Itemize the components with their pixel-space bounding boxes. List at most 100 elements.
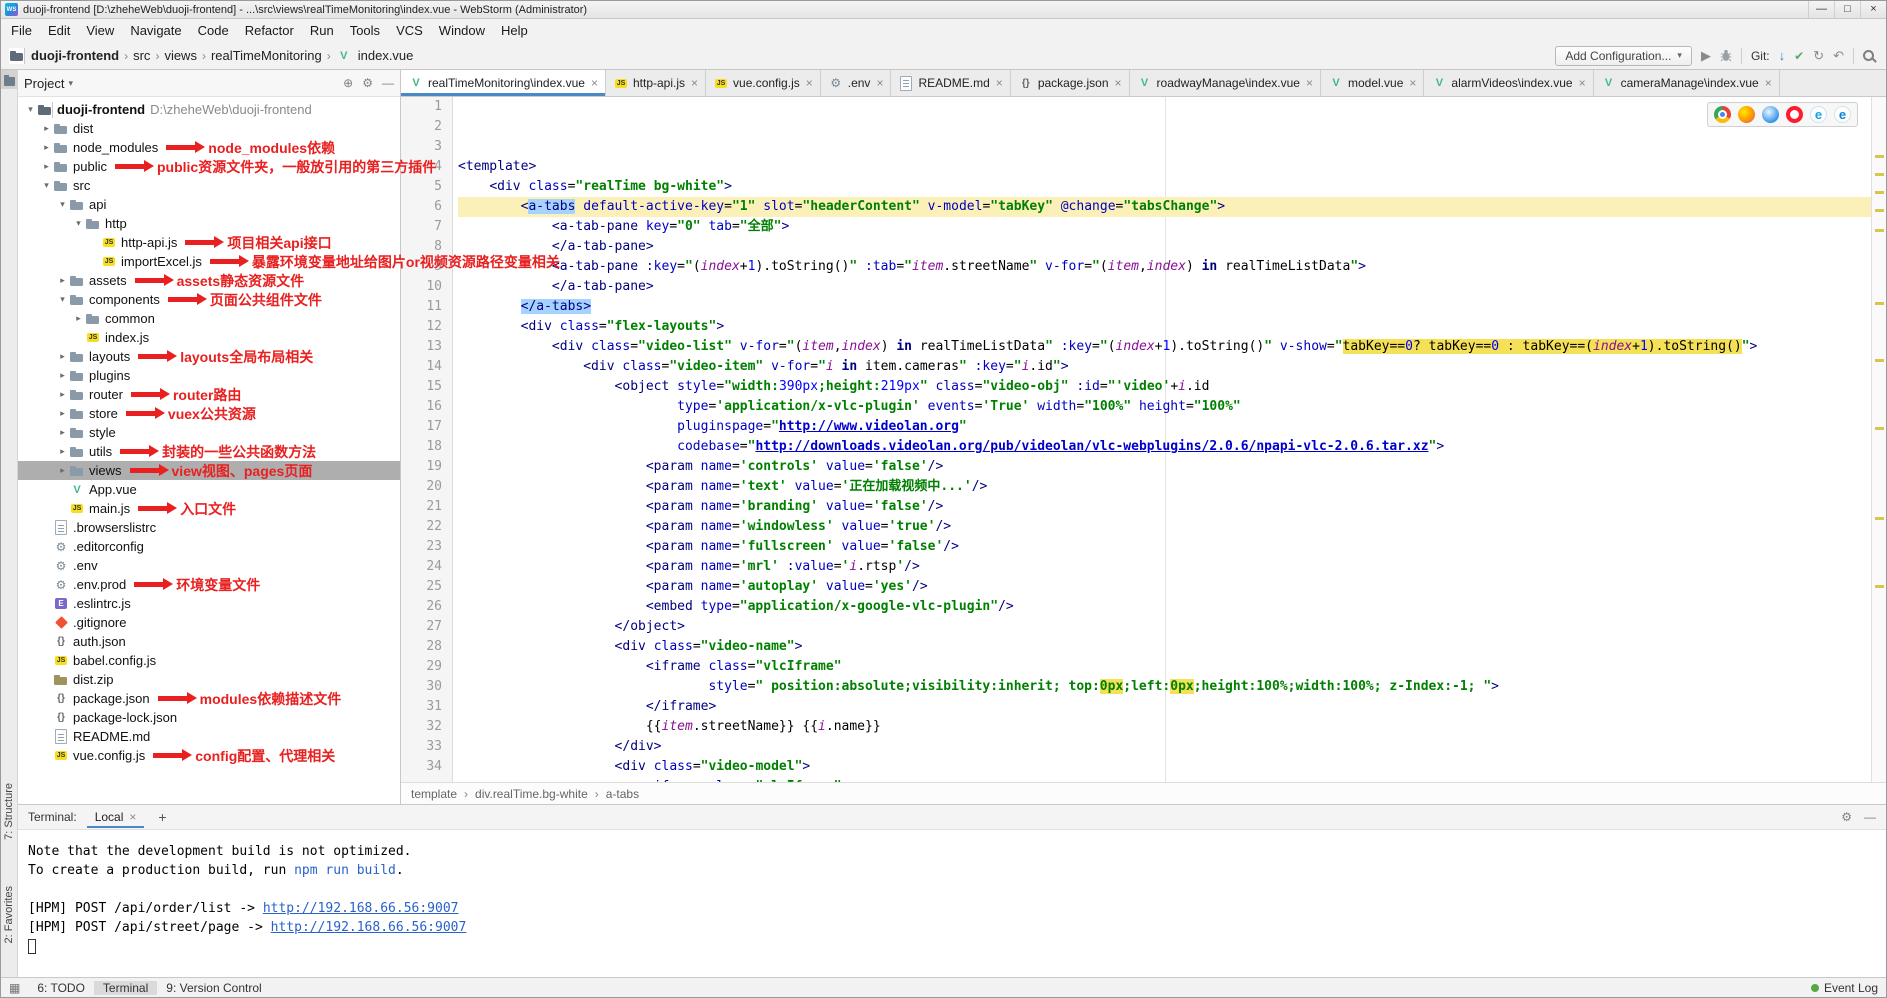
chrome-browser-icon[interactable] [1714,106,1731,123]
project-tool-button[interactable] [1,70,17,89]
terminal-output[interactable]: Note that the development build is not o… [18,830,1886,977]
close-tab-icon[interactable]: × [1765,76,1772,90]
code-line-31[interactable]: <div class="video-model"> [458,757,1871,777]
tree-toggle-icon[interactable]: ▾ [24,104,37,115]
terminal-tab-local[interactable]: Local × [87,807,145,828]
close-tab-icon[interactable]: × [1306,76,1313,90]
tree-item-auth.json[interactable]: auth.json [18,632,400,651]
search-everywhere-icon[interactable] [1863,50,1874,61]
code-line-2[interactable]: <div class="realTime bg-white"> [458,177,1871,197]
tree-item-vue.config.js[interactable]: vue.config.jsconfig配置、代理相关 [18,746,400,765]
tree-item-babel.config.js[interactable]: babel.config.js [18,651,400,670]
tree-item-.gitignore[interactable]: .gitignore [18,613,400,632]
editor-tab[interactable]: README.md× [891,70,1010,96]
rollback-icon[interactable]: ↶ [1833,49,1844,62]
tree-item-layouts[interactable]: ▸layoutslayouts全局布局相关 [18,347,400,366]
close-tab-icon[interactable]: × [806,76,813,90]
code-line-13[interactable]: type='application/x-vlc-plugin' events='… [458,397,1871,417]
menu-window[interactable]: Window [431,21,493,40]
tool-button-structure[interactable]: 7: Structure [3,783,15,840]
breadcrumb-item[interactable]: realTimeMonitoring [211,48,322,63]
safari-browser-icon[interactable] [1762,106,1779,123]
code-line-12[interactable]: <object style="width:390px;height:219px"… [458,377,1871,397]
menu-file[interactable]: File [3,21,40,40]
editor-breadcrumb-item[interactable]: div.realTime.bg-white [475,787,588,801]
ie-browser-icon[interactable] [1810,106,1827,123]
menu-refactor[interactable]: Refactor [237,21,302,40]
git-update-icon[interactable]: ↓ [1779,49,1786,62]
tree-item-src[interactable]: ▾src [18,176,400,195]
tree-item-App.vue[interactable]: App.vue [18,480,400,499]
status-bar-todo[interactable]: 6: TODO [28,981,94,995]
breadcrumb-item[interactable]: views [164,48,197,63]
tree-toggle-icon[interactable]: ▸ [56,408,69,419]
debug-icon[interactable] [1720,49,1732,62]
tree-toggle-icon[interactable]: ▾ [72,218,85,229]
close-icon[interactable]: × [129,810,136,824]
terminal-link[interactable]: http://192.168.66.56:9007 [271,920,467,935]
tree-item-http-api.js[interactable]: http-api.js项目相关api接口 [18,233,400,252]
code-line-14[interactable]: pluginspage="http://www.videolan.org" [458,417,1871,437]
tree-item-.env[interactable]: .env [18,556,400,575]
close-tab-icon[interactable]: × [996,76,1003,90]
tree-toggle-icon[interactable]: ▸ [56,389,69,400]
hide-panel-icon[interactable]: — [1864,810,1876,824]
history-icon[interactable]: ↻ [1813,49,1824,62]
hide-panel-icon[interactable]: — [382,76,394,90]
tree-toggle-icon[interactable]: ▸ [72,313,85,324]
editor-tab[interactable]: package.json× [1011,70,1130,96]
code-line-21[interactable]: <param name='mrl' :value='i.rtsp'/> [458,557,1871,577]
tree-item-public[interactable]: ▸publicpublic资源文件夹，一般放引用的第三方插件 [18,157,400,176]
code-line-20[interactable]: <param name='fullscreen' value='false'/> [458,537,1871,557]
menu-view[interactable]: View [78,21,122,40]
code-line-8[interactable]: </a-tabs> [458,297,1871,317]
tree-item-http[interactable]: ▾http [18,214,400,233]
breadcrumb-item[interactable]: duoji-frontend [9,48,119,64]
editor-tab[interactable]: model.vue× [1321,70,1424,96]
tree-toggle-icon[interactable]: ▾ [40,180,53,191]
close-tab-icon[interactable]: × [876,76,883,90]
edge-browser-icon[interactable] [1834,106,1851,123]
editor-tab[interactable]: roadwayManage\index.vue× [1130,70,1321,96]
tree-item-package-lock.json[interactable]: package-lock.json [18,708,400,727]
editor-tab[interactable]: .env× [821,70,892,96]
menu-tools[interactable]: Tools [342,21,388,40]
code-line-3[interactable]: <a-tabs default-active-key="1" slot="hea… [458,197,1871,217]
code-line-17[interactable]: <param name='text' value='正在加载视频中...'/> [458,477,1871,497]
code-line-6[interactable]: <a-tab-pane :key="(index+1).toString()" … [458,257,1871,277]
menu-vcs[interactable]: VCS [388,21,431,40]
tree-item-importExcel.js[interactable]: importExcel.js暴露环境变量地址给图片or视频资源路径变量相关 [18,252,400,271]
tree-item-.browserslistrc[interactable]: .browserslistrc [18,518,400,537]
terminal-link[interactable]: http://192.168.66.56:9007 [263,901,459,916]
minimize-button[interactable]: — [1808,1,1834,18]
code-line-25[interactable]: <div class="video-name"> [458,637,1871,657]
code-line-5[interactable]: </a-tab-pane> [458,237,1871,257]
tree-item-utils[interactable]: ▸utils封装的一些公共函数方法 [18,442,400,461]
tree-toggle-icon[interactable]: ▾ [56,294,69,305]
gear-icon[interactable]: ⚙ [362,76,373,90]
tree-toggle-icon[interactable]: ▸ [56,446,69,457]
close-tab-icon[interactable]: × [1115,76,1122,90]
tree-toggle-icon[interactable]: ▸ [40,161,53,172]
code-line-23[interactable]: <embed type="application/x-google-vlc-pl… [458,597,1871,617]
tree-item-dist.zip[interactable]: dist.zip [18,670,400,689]
status-bar-terminal[interactable]: Terminal [94,981,157,995]
tree-toggle-icon[interactable]: ▸ [56,427,69,438]
menu-run[interactable]: Run [302,21,342,40]
close-button[interactable]: × [1860,1,1886,18]
code-line-1[interactable]: <template> [458,157,1871,177]
locate-file-icon[interactable]: ⊕ [343,76,353,90]
toolwindow-switcher-icon[interactable]: ▦ [9,981,20,995]
opera-browser-icon[interactable] [1786,106,1803,123]
tree-item-index.js[interactable]: index.js [18,328,400,347]
gear-icon[interactable]: ⚙ [1841,810,1852,824]
tree-item-node_modules[interactable]: ▸node_modulesnode_modules依赖 [18,138,400,157]
status-bar-versioncontrol[interactable]: 9: Version Control [157,981,270,995]
code-line-30[interactable]: </div> [458,737,1871,757]
code-line-4[interactable]: <a-tab-pane key="0" tab="全部"> [458,217,1871,237]
editor-tab[interactable]: http-api.js× [606,70,706,96]
code-line-15[interactable]: codebase="http://downloads.videolan.org/… [458,437,1871,457]
tree-item-.editorconfig[interactable]: .editorconfig [18,537,400,556]
code-line-16[interactable]: <param name='controls' value='false'/> [458,457,1871,477]
tree-item-README.md[interactable]: README.md [18,727,400,746]
